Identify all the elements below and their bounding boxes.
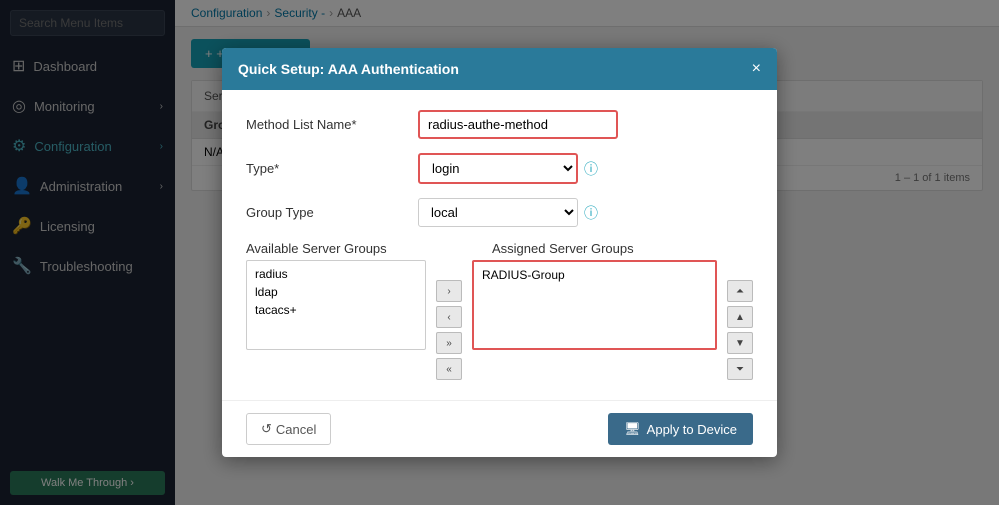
- server-groups-section: Available Server Groups Assigned Server …: [246, 241, 753, 380]
- modal-close-button[interactable]: ×: [752, 60, 761, 78]
- modal-title: Quick Setup: AAA Authentication: [238, 61, 459, 77]
- assigned-item-radius-group[interactable]: RADIUS-Group: [478, 266, 711, 284]
- type-select-wrap: login exec enable ⓘ: [418, 153, 598, 184]
- group-type-row: Group Type local radius ldap tacacs+ ⓘ: [246, 198, 753, 227]
- cancel-button[interactable]: ↺ Cancel: [246, 413, 331, 445]
- assigned-groups-label: Assigned Server Groups: [492, 241, 753, 256]
- apply-label: Apply to Device: [647, 422, 737, 437]
- move-all-right-button[interactable]: »: [436, 332, 462, 354]
- group-type-select-wrap: local radius ldap tacacs+ ⓘ: [418, 198, 598, 227]
- available-groups-label: Available Server Groups: [246, 241, 426, 256]
- group-type-select[interactable]: local radius ldap tacacs+: [418, 198, 578, 227]
- modal-footer: ↺ Cancel 🖥 Apply to Device: [222, 400, 777, 457]
- apply-to-device-button[interactable]: 🖥 Apply to Device: [608, 413, 753, 445]
- method-list-name-row: Method List Name*: [246, 110, 753, 139]
- apply-icon: 🖥: [624, 421, 641, 437]
- move-down-button[interactable]: ▼: [727, 332, 753, 354]
- modal-header: Quick Setup: AAA Authentication ×: [222, 48, 777, 90]
- group-type-info-icon[interactable]: ⓘ: [584, 203, 598, 223]
- cancel-icon: ↺: [261, 421, 272, 437]
- server-groups-labels: Available Server Groups Assigned Server …: [246, 241, 753, 256]
- groups-transfer-section: radius ldap tacacs+ › ‹ » «: [246, 260, 753, 380]
- method-list-name-label: Method List Name*: [246, 117, 406, 132]
- move-bottom-button[interactable]: ⏷: [727, 358, 753, 380]
- order-buttons: ⏶ ▲ ▼ ⏷: [727, 260, 753, 380]
- type-select[interactable]: login exec enable: [418, 153, 578, 184]
- spacer: [426, 241, 492, 256]
- move-left-button[interactable]: ‹: [436, 306, 462, 328]
- available-groups-box: radius ldap tacacs+: [246, 260, 426, 350]
- aaa-authentication-modal: Quick Setup: AAA Authentication × Method…: [222, 48, 777, 457]
- group-type-label: Group Type: [246, 205, 406, 220]
- available-item-radius[interactable]: radius: [251, 265, 421, 283]
- move-top-button[interactable]: ⏶: [727, 280, 753, 302]
- type-label: Type*: [246, 161, 406, 176]
- available-item-tacacs[interactable]: tacacs+: [251, 301, 421, 319]
- assigned-groups-listbox[interactable]: RADIUS-Group: [472, 260, 717, 350]
- assigned-groups-box: RADIUS-Group: [472, 260, 717, 350]
- move-up-button[interactable]: ▲: [727, 306, 753, 328]
- cancel-label: Cancel: [276, 422, 316, 437]
- type-info-icon[interactable]: ⓘ: [584, 159, 598, 179]
- available-item-ldap[interactable]: ldap: [251, 283, 421, 301]
- method-list-name-input[interactable]: [418, 110, 618, 139]
- modal-overlay: Quick Setup: AAA Authentication × Method…: [175, 0, 999, 505]
- type-row: Type* login exec enable ⓘ: [246, 153, 753, 184]
- move-all-left-button[interactable]: «: [436, 358, 462, 380]
- transfer-buttons: › ‹ » «: [436, 260, 462, 380]
- modal-body: Method List Name* Type* login exec enabl…: [222, 90, 777, 400]
- move-right-button[interactable]: ›: [436, 280, 462, 302]
- available-groups-listbox[interactable]: radius ldap tacacs+: [246, 260, 426, 350]
- main-content: Configuration › Security - › AAA + AAA W…: [175, 0, 999, 505]
